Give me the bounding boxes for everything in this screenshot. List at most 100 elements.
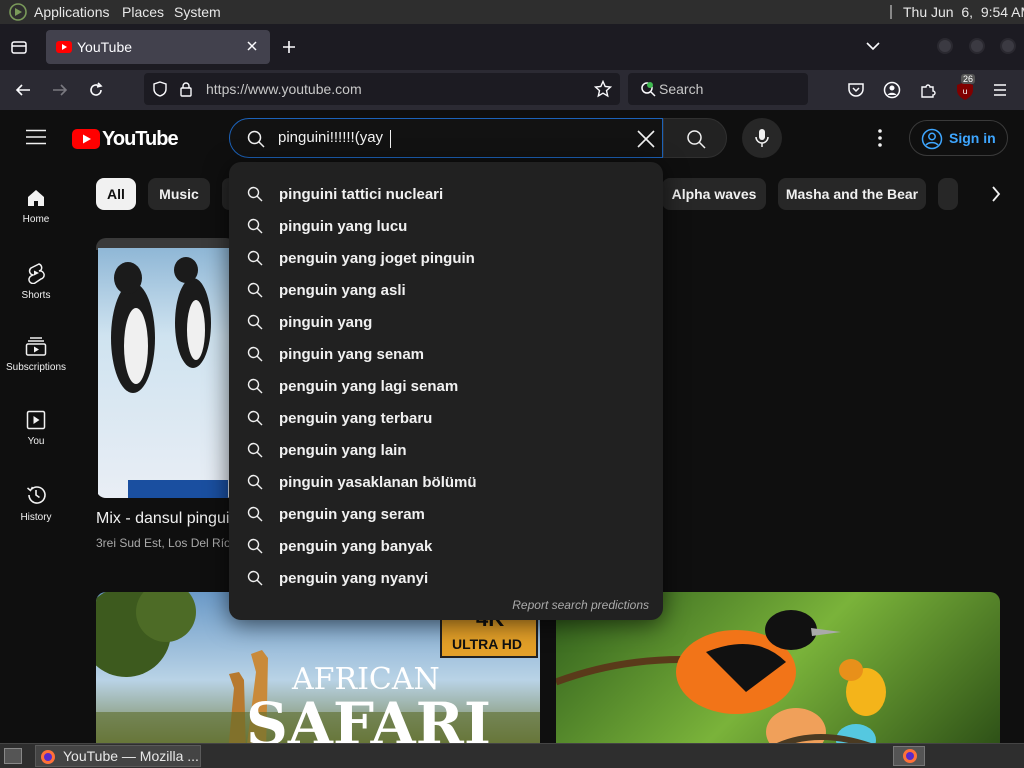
chips-next-button[interactable]	[980, 178, 1012, 210]
close-window-button[interactable]	[1000, 38, 1016, 54]
suggestion-search-icon	[247, 218, 263, 234]
extensions-puzzle-icon[interactable]	[919, 81, 937, 99]
report-search-predictions-link[interactable]: Report search predictions	[512, 598, 649, 612]
video-thumbnail-penguins[interactable]	[96, 238, 236, 498]
suggestion-text: pinguini tattici nucleari	[279, 186, 444, 203]
system-menu[interactable]: System	[174, 4, 221, 20]
suggestion-item[interactable]: penguin yang asli	[229, 274, 663, 306]
app-menu-hamburger-icon[interactable]	[992, 82, 1008, 98]
ublock-origin-icon[interactable]: u 26	[955, 74, 977, 101]
tab-title: YouTube	[77, 39, 133, 55]
list-all-tabs-icon[interactable]	[865, 40, 881, 52]
history-icon	[27, 486, 46, 504]
chip-next-partial[interactable]	[938, 178, 958, 210]
guide-label-shorts: Shorts	[21, 290, 51, 301]
search-suggestions-dropdown: pinguini tattici nucleari pinguin yang l…	[229, 162, 663, 620]
taskbar-window-firefox[interactable]: YouTube — Mozilla ...	[35, 745, 201, 767]
pocket-icon[interactable]	[847, 81, 865, 99]
back-button[interactable]	[14, 81, 32, 99]
clear-search-icon[interactable]	[636, 129, 656, 149]
suggestion-text: penguin yang lain	[279, 442, 407, 459]
suggestion-item[interactable]: penguin yang joget pinguin	[229, 242, 663, 274]
chip-alpha-waves[interactable]: Alpha waves	[662, 178, 766, 210]
applications-menu[interactable]: Applications	[34, 4, 110, 20]
suggestion-search-icon	[247, 282, 263, 298]
suggestion-item[interactable]: penguin yang banyak	[229, 530, 663, 562]
suggestion-item[interactable]: penguin yang nyanyi	[229, 562, 663, 594]
suggestion-item[interactable]: penguin yang lain	[229, 434, 663, 466]
suggestion-item[interactable]: pinguin yang	[229, 306, 663, 338]
tab-youtube[interactable]: YouTube	[46, 30, 270, 64]
firefox-workspace-icon	[903, 749, 917, 763]
youtube-search-box[interactable]: pinguini!!!!!!(yay	[229, 118, 663, 158]
forward-button[interactable]	[51, 81, 69, 99]
account-icon[interactable]	[883, 81, 901, 99]
tab-overview-icon[interactable]	[10, 38, 28, 56]
workspace-switcher[interactable]	[893, 746, 925, 766]
places-menu[interactable]: Places	[122, 4, 164, 20]
maximize-window-button[interactable]	[969, 38, 985, 54]
guide-item-history[interactable]: History	[0, 484, 72, 558]
guide-item-shorts[interactable]: Shorts	[0, 262, 72, 336]
youtube-search-button[interactable]	[663, 118, 727, 158]
guide-item-you[interactable]: You	[0, 410, 72, 484]
new-tab-button[interactable]	[281, 39, 297, 55]
chip-all[interactable]: All	[96, 178, 136, 210]
chip-music[interactable]: Music	[148, 178, 210, 210]
suggestion-search-icon	[247, 346, 263, 362]
user-circle-icon	[921, 128, 943, 150]
suggestion-search-icon	[247, 538, 263, 554]
settings-kebab-icon[interactable]	[872, 128, 888, 148]
microphone-icon	[755, 128, 769, 148]
suggestion-text: penguin yang terbaru	[279, 410, 433, 427]
search-button-icon	[686, 129, 706, 149]
browser-search-bar[interactable]: Search	[628, 73, 808, 105]
suggestion-search-icon	[247, 314, 263, 330]
chevron-right-icon	[992, 186, 1001, 202]
system-taskbar: YouTube — Mozilla ...	[0, 743, 1024, 768]
tracking-protection-shield-icon[interactable]	[152, 81, 168, 97]
tab-close-icon[interactable]	[246, 40, 258, 52]
suggestion-item[interactable]: pinguin yang senam	[229, 338, 663, 370]
chip-masha-and-the-bear[interactable]: Masha and the Bear	[778, 178, 926, 210]
youtube-logo[interactable]: YouTube	[72, 128, 179, 150]
url-text[interactable]: https://www.youtube.com	[206, 81, 362, 97]
suggestion-search-icon	[247, 410, 263, 426]
suggestion-item[interactable]: penguin yang seram	[229, 498, 663, 530]
show-desktop-icon[interactable]	[4, 748, 22, 764]
guide-label-subscriptions: Subscriptions	[5, 362, 67, 373]
suggestion-item[interactable]: penguin yang lagi senam	[229, 370, 663, 402]
url-bar[interactable]: https://www.youtube.com	[144, 73, 620, 105]
search-engine-icon[interactable]	[640, 81, 656, 97]
search-box-icon	[247, 130, 265, 148]
home-icon	[28, 190, 44, 206]
video-title[interactable]: Mix - dansul pingui	[96, 510, 229, 528]
shorts-icon	[28, 263, 45, 284]
browser-nav-bar: https://www.youtube.com Search u 26	[0, 70, 1024, 110]
video-channel[interactable]: 3rei Sud Est, Los Del Río,	[96, 536, 234, 550]
guide-item-home[interactable]: Home	[0, 188, 72, 262]
clock[interactable]: Thu Jun 6, 9:54 AM	[903, 4, 1024, 20]
suggestion-item[interactable]: pinguin yang lucu	[229, 210, 663, 242]
guide-label-you: You	[27, 436, 45, 447]
guide-item-subscriptions[interactable]: Subscriptions	[0, 336, 72, 410]
suggestion-item[interactable]: pinguini tattici nucleari	[229, 178, 663, 210]
suggestion-search-icon	[247, 250, 263, 266]
guide-label-history: History	[20, 512, 52, 523]
distro-logo-icon[interactable]	[9, 3, 27, 21]
suggestion-text: pinguin yang lucu	[279, 218, 408, 235]
reload-button[interactable]	[87, 81, 105, 99]
sign-in-button[interactable]: Sign in	[909, 120, 1008, 156]
youtube-search-input[interactable]: pinguini!!!!!!(yay	[278, 129, 383, 146]
voice-search-button[interactable]	[742, 118, 782, 158]
suggestion-item[interactable]: penguin yang terbaru	[229, 402, 663, 434]
suggestion-item[interactable]: pinguin yasaklanan bölümü	[229, 466, 663, 498]
bookmark-star-icon[interactable]	[594, 80, 612, 98]
svg-text:u: u	[962, 87, 967, 96]
lock-icon[interactable]	[179, 81, 193, 97]
minimize-window-button[interactable]	[937, 38, 953, 54]
guide-menu-icon[interactable]	[26, 129, 46, 145]
firefox-icon	[41, 750, 55, 764]
sign-in-label: Sign in	[949, 130, 996, 146]
youtube-favicon-icon	[56, 41, 72, 53]
